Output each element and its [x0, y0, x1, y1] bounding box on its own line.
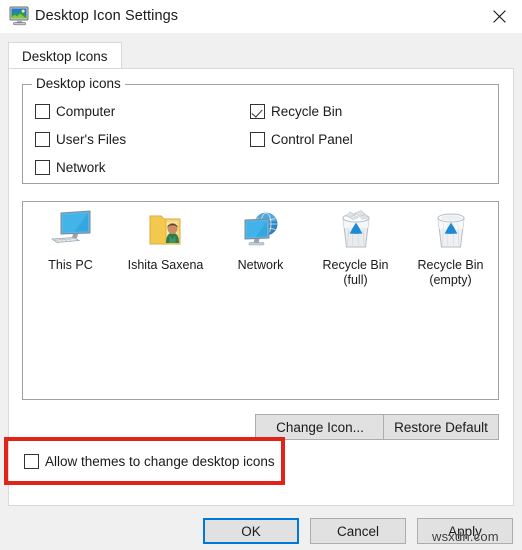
checkbox-recycle-bin[interactable]: Recycle Bin [250, 104, 342, 119]
preview-item-user-folder[interactable]: Ishita Saxena [118, 206, 213, 288]
preview-label-line2: (full) [343, 273, 368, 287]
checkbox-network-box[interactable] [35, 160, 50, 175]
group-box-legend: Desktop icons [32, 76, 125, 92]
preview-item-recycle-bin-full[interactable]: Recycle Bin (full) [308, 206, 403, 288]
network-icon [237, 206, 285, 254]
checkbox-network[interactable]: Network [35, 160, 106, 175]
checkbox-allow-themes-label: Allow themes to change desktop icons [45, 454, 275, 469]
checkbox-recycle-bin-label: Recycle Bin [271, 104, 343, 119]
restore-default-button[interactable]: Restore Default [383, 414, 499, 440]
checkbox-network-label: Network [56, 160, 106, 175]
ok-button-label: OK [241, 523, 261, 539]
change-icon-button-label: Change Icon... [276, 419, 364, 435]
this-pc-icon [47, 206, 95, 254]
checkbox-users-files-label: User's Files [56, 132, 127, 147]
preview-item-this-pc[interactable]: This PC [23, 206, 118, 288]
ok-button[interactable]: OK [203, 518, 299, 544]
icon-preview-list: This PC Ishita Saxena Network Recycle Bi… [23, 206, 498, 288]
checkbox-recycle-bin-box[interactable] [250, 104, 265, 119]
recycle-bin-empty-icon [427, 206, 475, 254]
checkbox-computer-box[interactable] [35, 104, 50, 119]
preview-item-recycle-bin-empty[interactable]: Recycle Bin (empty) [403, 206, 498, 288]
cancel-button[interactable]: Cancel [310, 518, 406, 544]
preview-item-network[interactable]: Network [213, 206, 308, 288]
preview-label-recycle-bin-full: Recycle Bin (full) [323, 258, 389, 288]
preview-label-line1: Recycle Bin [417, 258, 484, 272]
preview-label-user-folder: Ishita Saxena [127, 258, 204, 272]
preview-label-line2: (empty) [429, 273, 472, 287]
desktop-monitor-icon [9, 6, 30, 26]
watermark: wsxdn.com [432, 529, 499, 544]
preview-label-network: Network [237, 258, 284, 272]
close-icon[interactable] [476, 0, 522, 32]
checkbox-computer-label: Computer [56, 104, 116, 119]
window-title: Desktop Icon Settings [35, 8, 179, 24]
title-bar: Desktop Icon Settings [0, 0, 522, 34]
user-folder-icon [142, 206, 190, 254]
checkbox-control-panel[interactable]: Control Panel [250, 132, 353, 147]
checkbox-control-panel-label: Control Panel [271, 132, 353, 147]
checkbox-allow-themes[interactable]: Allow themes to change desktop icons [24, 454, 275, 469]
preview-label-line1: Recycle Bin [322, 258, 389, 272]
checkbox-allow-themes-box[interactable] [24, 454, 39, 469]
change-icon-button[interactable]: Change Icon... [255, 414, 385, 440]
preview-label-recycle-bin-empty: Recycle Bin (empty) [418, 258, 484, 288]
tab-desktop-icons[interactable]: Desktop Icons [8, 42, 122, 69]
tab-label: Desktop Icons [22, 48, 108, 64]
icon-preview-panel: This PC Ishita Saxena Network Recycle Bi… [22, 201, 499, 400]
cancel-button-label: Cancel [336, 523, 380, 539]
restore-default-button-label: Restore Default [394, 419, 488, 435]
checkbox-users-files-box[interactable] [35, 132, 50, 147]
checkbox-control-panel-box[interactable] [250, 132, 265, 147]
desktop-icon-settings-dialog: Desktop Icon Settings Desktop Icons Desk… [0, 0, 522, 550]
checkbox-computer[interactable]: Computer [35, 104, 115, 119]
recycle-bin-full-icon [332, 206, 380, 254]
checkbox-users-files[interactable]: User's Files [35, 132, 126, 147]
preview-label-this-pc: This PC [48, 258, 93, 272]
tab-strip: Desktop Icons [0, 33, 522, 69]
